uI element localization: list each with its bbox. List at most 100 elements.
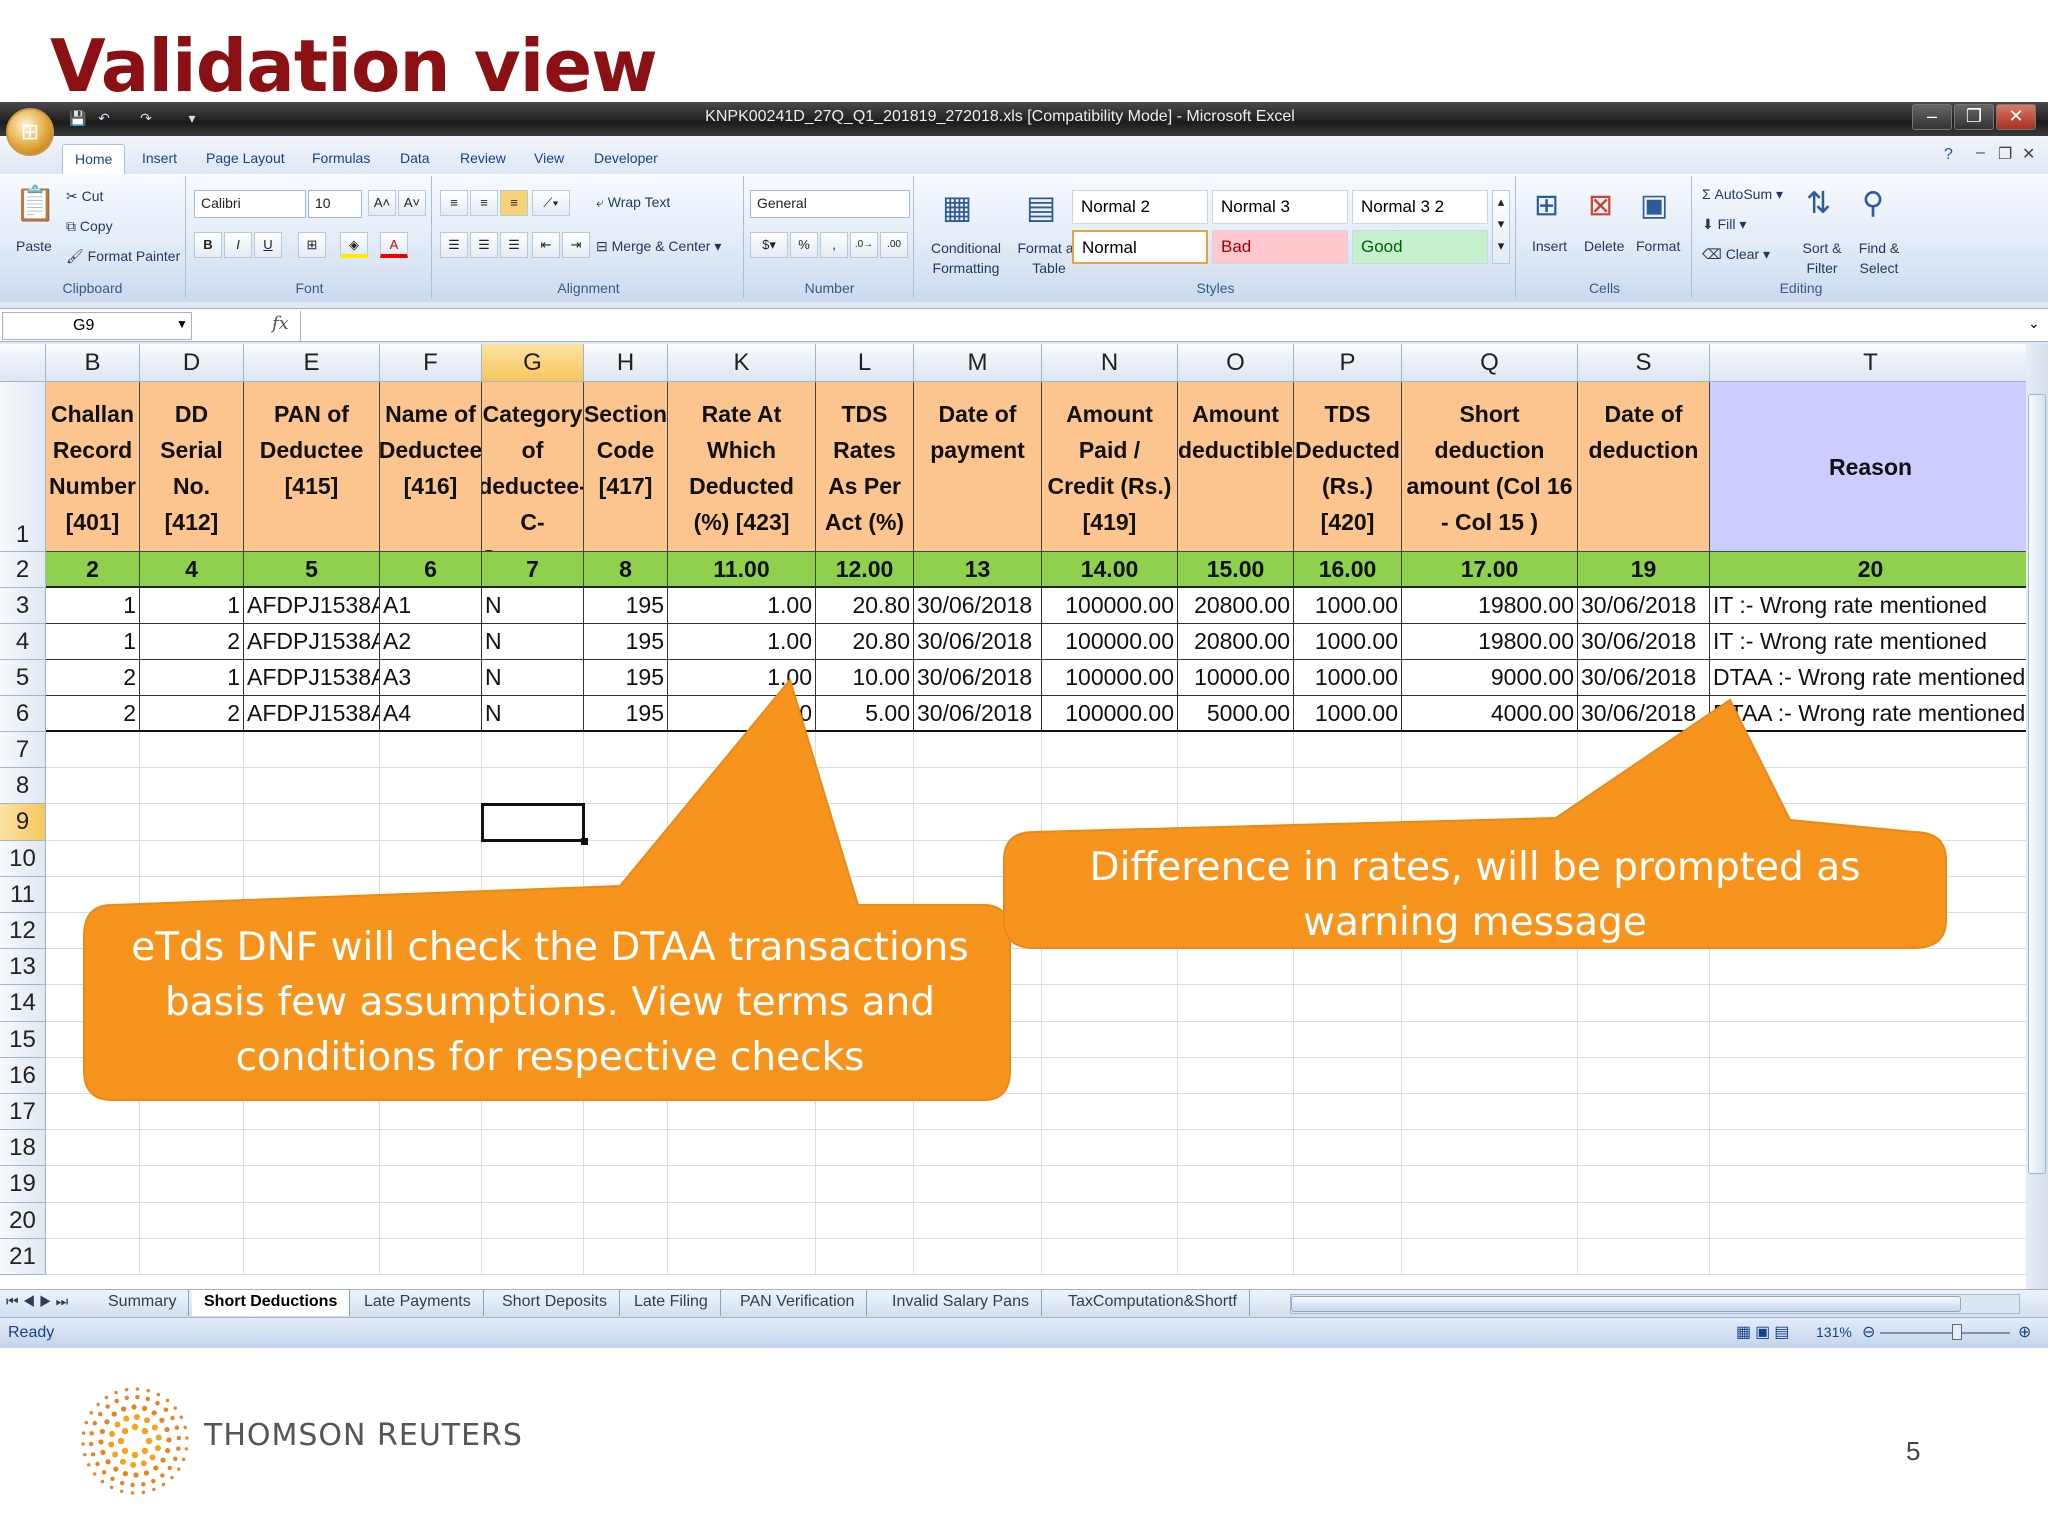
- logo-dot: [104, 1419, 110, 1425]
- logo-dot: [170, 1415, 175, 1421]
- logo-dot: [98, 1439, 104, 1445]
- logo-dot: [100, 1449, 106, 1456]
- logo-dot: [179, 1415, 183, 1419]
- page-number: 5: [1906, 1436, 1921, 1466]
- logo-dot: [160, 1473, 165, 1478]
- logo-dot: [159, 1417, 165, 1423]
- logo-dot: [90, 1452, 96, 1457]
- right-callout-text: Difference in rates, will be prompted as…: [1089, 845, 1861, 945]
- logo-dot: [154, 1445, 161, 1452]
- logo-dot: [141, 1447, 149, 1455]
- logo-dot: [114, 1421, 121, 1428]
- logo-dot: [131, 1423, 139, 1431]
- logo-dot: [112, 1451, 119, 1458]
- logo-dot: [160, 1457, 166, 1463]
- logo-dot: [161, 1482, 166, 1487]
- logo-dot: [121, 1427, 129, 1435]
- logo-dot: [141, 1482, 146, 1487]
- logo-dot: [176, 1435, 182, 1441]
- logo-dot: [140, 1460, 147, 1467]
- logo-dot: [105, 1404, 110, 1409]
- logo-dot: [100, 1479, 105, 1484]
- logo-dot: [130, 1482, 135, 1488]
- logo-dot: [135, 1394, 140, 1400]
- logo-dot: [88, 1441, 94, 1447]
- logo-dot: [144, 1417, 151, 1424]
- brand-name: THOMSON REUTERS: [204, 1418, 523, 1453]
- logo-dot: [130, 1491, 135, 1495]
- logo-dot: [156, 1392, 161, 1397]
- logo-dot: [167, 1465, 173, 1471]
- logo-dot: [84, 1420, 89, 1425]
- logo-dot: [165, 1447, 171, 1454]
- logo-dot: [141, 1490, 146, 1495]
- logo-dot: [152, 1487, 156, 1492]
- logo-dot: [95, 1461, 100, 1467]
- logo-dot: [92, 1420, 97, 1426]
- logo-dot: [104, 1395, 109, 1400]
- logo-dot: [121, 1447, 129, 1455]
- logo-dot: [151, 1478, 156, 1484]
- logo-dot: [185, 1436, 189, 1440]
- logo-dot: [96, 1402, 100, 1407]
- logo-dot: [131, 1451, 139, 1459]
- logo-dot: [177, 1467, 181, 1471]
- logo-dot: [120, 1406, 127, 1412]
- logo-dot: [89, 1411, 93, 1415]
- logo-dot: [155, 1401, 160, 1406]
- logo-dot: [141, 1405, 148, 1411]
- thomson-reuters-logo: [81, 1387, 189, 1495]
- logo-dot: [83, 1452, 87, 1457]
- logo-dot: [131, 1404, 137, 1410]
- logo-dot: [123, 1415, 130, 1422]
- logo-dot: [81, 1442, 85, 1446]
- logo-dot: [109, 1430, 116, 1437]
- logo-dot: [163, 1407, 169, 1412]
- logo-dot: [89, 1431, 94, 1436]
- callouts-layer: [83, 677, 1947, 1101]
- logo-dot: [153, 1465, 159, 1471]
- logo-dot: [110, 1476, 115, 1481]
- logo-dot: [120, 1489, 124, 1493]
- logo-dot: [101, 1470, 107, 1475]
- slide: Validation view 💾 ↶ ↷ ▾ KNPK00241D_27Q_Q…: [0, 0, 2048, 1536]
- logo-dot: [170, 1475, 174, 1480]
- logo-dot: [130, 1461, 137, 1468]
- logo-dot: [173, 1456, 178, 1462]
- logo-dot: [149, 1454, 156, 1461]
- logo-dot: [174, 1425, 180, 1430]
- logo-dot: [151, 1410, 157, 1416]
- logo-dot: [105, 1459, 111, 1465]
- logo-dot: [143, 1470, 150, 1476]
- logo-dot: [135, 1387, 140, 1391]
- logo-dot: [151, 1424, 158, 1431]
- logo-dot: [133, 1472, 139, 1478]
- logo-dot: [119, 1480, 125, 1486]
- logo-dot: [93, 1472, 97, 1476]
- left-callout-text: eTds DNF will check the DTAA transaction…: [131, 925, 969, 1080]
- logo-dot: [99, 1428, 105, 1435]
- logo-dot: [113, 1466, 119, 1472]
- logo-dot: [145, 1437, 153, 1445]
- logo-dot: [183, 1425, 187, 1430]
- logo-dot: [145, 1396, 151, 1402]
- logo-dot: [108, 1441, 115, 1448]
- logo-dot: [109, 1485, 114, 1490]
- logo-dot: [141, 1427, 149, 1435]
- logo-dot: [166, 1437, 172, 1443]
- logo-dot: [97, 1411, 103, 1417]
- logo-dot: [122, 1471, 129, 1477]
- logo-dot: [164, 1426, 170, 1433]
- logo-dot: [173, 1406, 177, 1410]
- logo-dot: [81, 1431, 86, 1435]
- logo-dot: [165, 1398, 170, 1403]
- logo-dot: [119, 1458, 126, 1465]
- logo-dot: [124, 1387, 129, 1392]
- logo-dot: [133, 1414, 140, 1421]
- logo-dot: [124, 1395, 129, 1400]
- logo-dot: [155, 1434, 162, 1441]
- logo-dot: [114, 1398, 119, 1404]
- office-button[interactable]: ⊞: [6, 108, 54, 156]
- logo-dot: [146, 1389, 150, 1393]
- logo-dot: [87, 1463, 91, 1467]
